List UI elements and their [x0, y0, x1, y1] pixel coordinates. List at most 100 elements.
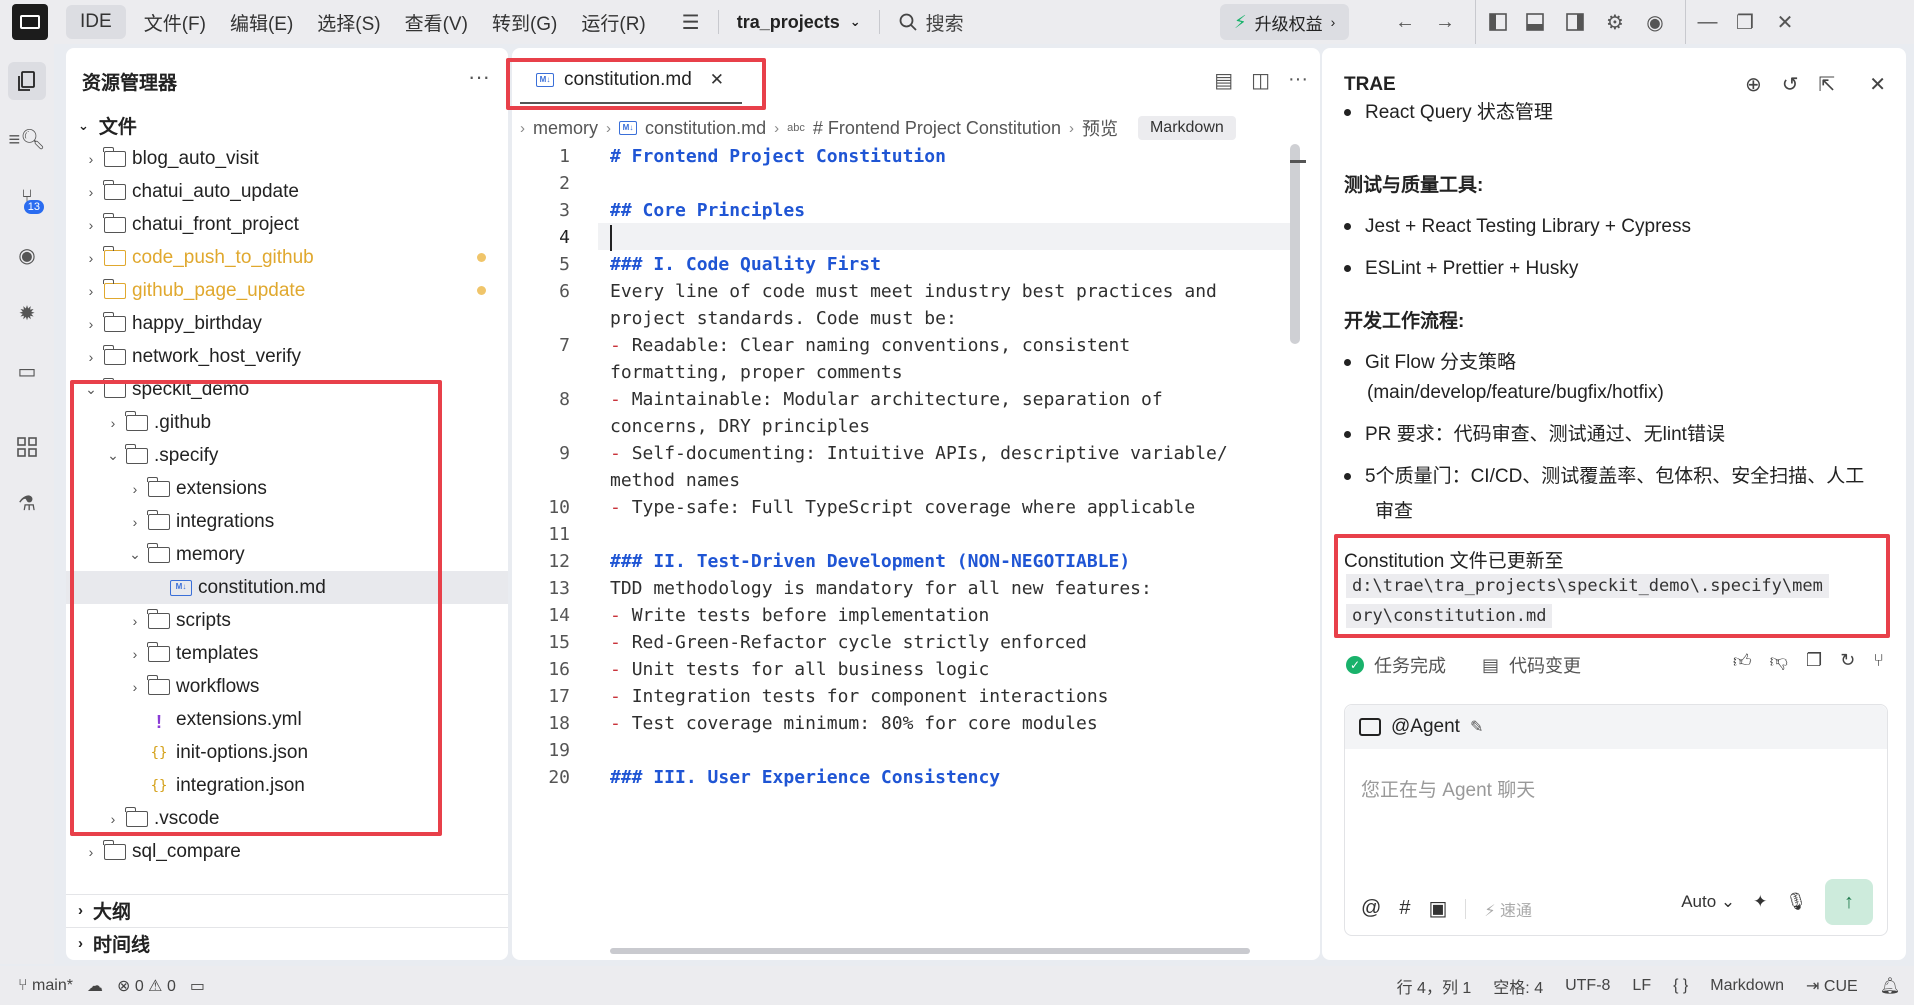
files-section-header[interactable]: ⌄ 文件 — [66, 109, 508, 142]
pop-out-icon[interactable]: ⇱ — [1818, 72, 1835, 97]
image-upload-icon[interactable]: ▣ — [1428, 896, 1447, 921]
tree-file[interactable]: ! extensions.yml — [66, 703, 508, 736]
settings-gear-icon[interactable]: ⚙ — [1595, 0, 1635, 44]
account-avatar-icon[interactable]: ◉ — [1635, 0, 1675, 44]
toggle-bottom-panel-icon[interactable] — [1515, 0, 1555, 44]
language-chip[interactable]: Markdown — [1137, 116, 1236, 140]
tree-folder-modified[interactable]: › code_push_to_github — [66, 241, 508, 274]
notifications-bell-icon[interactable]: 🔔︎ — [1880, 976, 1900, 996]
vertical-scrollbar[interactable] — [1290, 144, 1300, 344]
braces-icon[interactable]: { } — [1673, 977, 1688, 995]
search-list-icon[interactable]: ≡🔍︎ — [8, 120, 46, 158]
menu-run[interactable]: 运行(R) — [581, 9, 645, 36]
project-switcher[interactable]: tra_projects ⌄ — [737, 12, 861, 33]
regenerate-icon[interactable]: ↻ — [1840, 650, 1855, 672]
breadcrumb-item[interactable]: memory — [533, 118, 598, 139]
menu-file[interactable]: 文件(F) — [144, 9, 206, 36]
split-editor-icon[interactable]: ◫ — [1251, 68, 1270, 93]
preview-eye-icon[interactable]: ◉ — [8, 236, 46, 274]
open-preview-icon[interactable]: ▤ — [1214, 68, 1233, 93]
back-arrow-icon[interactable]: ← — [1385, 0, 1425, 44]
file-path-chip[interactable]: d:\trae\tra_projects\speckit_demo\.speci… — [1346, 574, 1829, 598]
hash-context-icon[interactable]: # — [1399, 897, 1410, 920]
language-mode[interactable]: Markdown — [1710, 977, 1784, 995]
hamburger-menu-icon[interactable]: ☰ — [682, 10, 700, 35]
tree-file[interactable]: {} init-options.json — [66, 736, 508, 769]
tree-folder-expanded[interactable]: ⌄ .specify — [66, 439, 508, 472]
tree-folder[interactable]: › scripts — [66, 604, 508, 637]
menu-edit[interactable]: 编辑(E) — [230, 9, 293, 36]
new-chat-icon[interactable]: ⊕ — [1745, 72, 1762, 97]
cue-indicator[interactable]: ⇥ CUE — [1806, 976, 1858, 996]
tree-folder-modified[interactable]: › github_page_update — [66, 274, 508, 307]
thumbs-up-icon[interactable]: 👍︎ — [1733, 650, 1752, 672]
explorer-files-icon[interactable] — [8, 62, 46, 100]
timeline-section-header[interactable]: › 时间线 — [66, 927, 508, 960]
preview-link[interactable]: 预览 — [1082, 115, 1118, 141]
upgrade-button[interactable]: ⚡ 升级权益 › — [1220, 4, 1350, 40]
fast-mode-toggle[interactable]: ⚡ 速通 — [1484, 897, 1532, 921]
branch-indicator[interactable]: ⑂ main* — [18, 977, 73, 995]
tree-folder-expanded[interactable]: ⌄ memory — [66, 538, 508, 571]
sparkle-icon[interactable]: ✦ — [1753, 892, 1767, 912]
file-path-chip[interactable]: ory\constitution.md — [1346, 604, 1553, 628]
forward-arrow-icon[interactable]: → — [1425, 0, 1465, 44]
tree-folder[interactable]: › chatui_auto_update — [66, 175, 508, 208]
close-panel-icon[interactable]: ✕ — [1869, 72, 1886, 97]
agent-selector[interactable]: @Agent ✎ — [1345, 705, 1887, 749]
menu-selection[interactable]: 选择(S) — [317, 9, 380, 36]
microphone-icon[interactable]: 🎙︎ — [1785, 892, 1807, 912]
branch-icon[interactable]: ⑂ — [1873, 650, 1884, 672]
remote-monitor-icon[interactable]: ▭ — [190, 976, 205, 996]
remote-monitor-icon[interactable]: ▭ — [8, 352, 46, 390]
tab-constitution-md[interactable]: M↓ constitution.md ✕ — [520, 58, 743, 104]
history-icon[interactable]: ↺ — [1782, 72, 1799, 97]
tree-folder[interactable]: › .vscode — [66, 802, 508, 835]
restore-window-icon[interactable]: ❐ — [1725, 0, 1765, 44]
cursor-position[interactable]: 行 4，列 1 — [1397, 974, 1472, 998]
tree-folder[interactable]: › workflows — [66, 670, 508, 703]
toggle-right-panel-icon[interactable] — [1555, 0, 1595, 44]
tree-folder-expanded[interactable]: ⌄ speckit_demo — [66, 373, 508, 406]
debug-bug-icon[interactable]: ✹ — [8, 294, 46, 332]
end-of-line[interactable]: LF — [1632, 977, 1651, 995]
horizontal-scrollbar[interactable] — [610, 948, 1250, 954]
tree-folder[interactable]: › chatui_front_project — [66, 208, 508, 241]
tree-file[interactable]: {} integration.json — [66, 769, 508, 802]
model-selector[interactable]: Auto ⌄ — [1681, 892, 1735, 912]
testing-flask-icon[interactable]: ⚗ — [8, 484, 46, 522]
copy-icon[interactable]: ❐ — [1806, 650, 1822, 672]
tree-folder[interactable]: › .github — [66, 406, 508, 439]
toggle-left-panel-icon[interactable] — [1475, 0, 1515, 44]
thumbs-down-icon[interactable]: 👎︎ — [1770, 650, 1788, 672]
outline-section-header[interactable]: › 大纲 — [66, 894, 508, 927]
tree-file-selected[interactable]: M↓ constitution.md — [66, 571, 508, 604]
tree-folder[interactable]: › happy_birthday — [66, 307, 508, 340]
tree-folder[interactable]: › sql_compare — [66, 835, 508, 868]
ide-mode-button[interactable]: IDE — [66, 5, 126, 39]
minimize-icon[interactable]: — — [1685, 0, 1725, 44]
encoding[interactable]: UTF-8 — [1565, 977, 1610, 995]
chat-input[interactable]: 您正在与 Agent 聊天 — [1361, 775, 1535, 802]
source-control-icon[interactable]: ⑂ 13 — [8, 178, 46, 216]
more-actions-icon[interactable]: ··· — [1288, 68, 1308, 93]
tree-folder[interactable]: › blog_auto_visit — [66, 142, 508, 175]
sync-cloud-icon[interactable]: ☁ — [87, 976, 103, 996]
indentation[interactable]: 空格: 4 — [1493, 974, 1543, 998]
mention-icon[interactable]: @ — [1361, 897, 1381, 920]
tree-folder[interactable]: › integrations — [66, 505, 508, 538]
menu-view[interactable]: 查看(V) — [405, 9, 468, 36]
close-tab-icon[interactable]: ✕ — [710, 70, 724, 90]
breadcrumb-item[interactable]: constitution.md — [645, 118, 766, 139]
search-box[interactable]: 搜索 — [898, 9, 964, 36]
problems-indicator[interactable]: ⊗ 0 ⚠ 0 — [117, 976, 176, 996]
tree-folder[interactable]: › extensions — [66, 472, 508, 505]
menu-goto[interactable]: 转到(G) — [492, 9, 557, 36]
tree-folder[interactable]: › templates — [66, 637, 508, 670]
close-window-icon[interactable]: ✕ — [1765, 0, 1805, 44]
tree-folder[interactable]: › network_host_verify — [66, 340, 508, 373]
extensions-grid-icon[interactable] — [8, 428, 46, 466]
breadcrumb-item[interactable]: # Frontend Project Constitution — [813, 118, 1061, 139]
code-change-button[interactable]: 代码变更 — [1509, 652, 1581, 678]
more-actions-icon[interactable]: ··· — [468, 64, 490, 90]
